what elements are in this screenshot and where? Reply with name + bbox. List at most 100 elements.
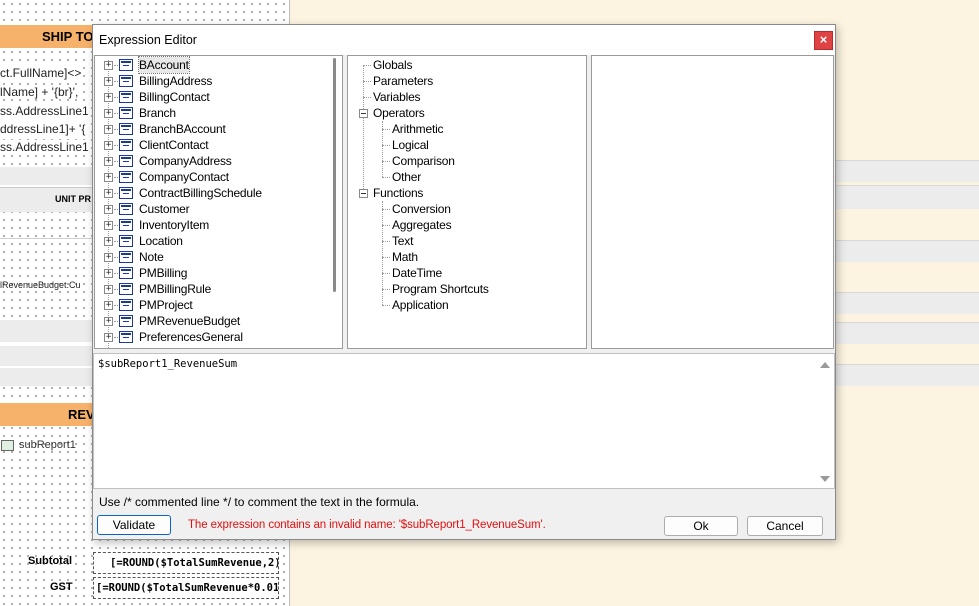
function-program-shortcuts[interactable]: Program Shortcuts bbox=[392, 281, 489, 297]
table-tree-item[interactable]: + Customer bbox=[95, 201, 325, 217]
function-aggregates[interactable]: Aggregates bbox=[392, 217, 452, 233]
table-name-label: InventoryItem bbox=[139, 218, 210, 232]
gray-band-1 bbox=[0, 167, 92, 185]
expand-plus-icon[interactable]: + bbox=[104, 93, 113, 102]
tree-connector bbox=[382, 289, 390, 290]
scroll-down-icon[interactable] bbox=[820, 476, 830, 482]
operator-comparison[interactable]: Comparison bbox=[392, 153, 455, 169]
tree-connector bbox=[382, 305, 390, 306]
expand-plus-icon[interactable]: + bbox=[104, 221, 113, 230]
table-tree-item[interactable]: + PMBilling bbox=[95, 265, 325, 281]
close-button[interactable]: × bbox=[814, 31, 833, 50]
tree-connector bbox=[382, 257, 390, 258]
subtotal-formula[interactable]: [=ROUND($TotalSumRevenue,2)] bbox=[93, 552, 279, 574]
table-tree-item[interactable]: + CompanyAddress bbox=[95, 153, 325, 169]
expand-plus-icon[interactable]: + bbox=[104, 285, 113, 294]
collapse-functions-icon[interactable] bbox=[359, 189, 368, 198]
unit-price-header: UNIT PR bbox=[55, 194, 91, 204]
expression-input[interactable]: $subReport1_RevenueSum bbox=[93, 353, 835, 489]
tree-connector bbox=[363, 81, 371, 82]
field-line-3[interactable]: ss.AddressLine1 bbox=[0, 104, 89, 118]
category-functions[interactable]: Functions bbox=[373, 185, 423, 201]
function-datetime[interactable]: DateTime bbox=[392, 265, 442, 281]
tables-scrollbar[interactable] bbox=[333, 58, 336, 292]
subreport-icon bbox=[1, 440, 14, 451]
operator-arithmetic[interactable]: Arithmetic bbox=[392, 121, 444, 137]
expand-plus-icon[interactable]: + bbox=[104, 333, 113, 342]
expand-plus-icon[interactable]: + bbox=[104, 301, 113, 310]
expand-plus-icon[interactable]: + bbox=[104, 109, 113, 118]
operator-logical[interactable]: Logical bbox=[392, 137, 429, 153]
subreport-control[interactable]: subReport1 bbox=[0, 438, 80, 454]
table-tree-item[interactable]: + ContractBillingSchedule bbox=[95, 185, 325, 201]
subreport-label: subReport1 bbox=[19, 439, 76, 451]
dialog-titlebar[interactable]: Expression Editor × bbox=[93, 25, 835, 55]
cancel-button[interactable]: Cancel bbox=[747, 516, 823, 536]
right-strip-4 bbox=[836, 292, 979, 314]
table-tree-item[interactable]: + ClientContact bbox=[95, 137, 325, 153]
table-tree-item[interactable]: + PMProject bbox=[95, 297, 325, 313]
table-icon bbox=[119, 283, 133, 295]
expand-plus-icon[interactable]: + bbox=[104, 269, 113, 278]
table-name-label: BAccount bbox=[138, 56, 190, 74]
category-parameters[interactable]: Parameters bbox=[373, 73, 433, 89]
expand-plus-icon[interactable]: + bbox=[104, 77, 113, 86]
budget-field[interactable]: lRevenueBudget.Cu bbox=[0, 280, 81, 290]
items-list-panel[interactable] bbox=[591, 55, 834, 349]
field-line-4[interactable]: ddressLine1]+ '{ bbox=[0, 122, 86, 136]
expand-plus-icon[interactable]: + bbox=[104, 141, 113, 150]
tree-connector bbox=[114, 97, 118, 98]
expand-plus-icon[interactable]: + bbox=[104, 173, 113, 182]
table-icon bbox=[119, 315, 133, 327]
expand-plus-icon[interactable]: + bbox=[104, 205, 113, 214]
category-variables[interactable]: Variables bbox=[373, 89, 421, 105]
table-tree-item[interactable]: + PMBillingRule bbox=[95, 281, 325, 297]
expand-plus-icon[interactable]: + bbox=[104, 61, 113, 70]
expand-plus-icon[interactable]: + bbox=[104, 237, 113, 246]
collapse-operators-icon[interactable] bbox=[359, 109, 368, 118]
table-icon bbox=[119, 251, 133, 263]
table-tree-item[interactable]: + BAccount bbox=[95, 56, 325, 74]
field-line-2[interactable]: lName] + '{br}', bbox=[0, 85, 79, 99]
expand-plus-icon[interactable]: + bbox=[104, 189, 113, 198]
gray-band-3 bbox=[0, 346, 92, 366]
tables-tree-panel[interactable]: + BAccount + BillingAddress + BillingContact +… bbox=[94, 55, 343, 349]
tree-connector bbox=[382, 129, 390, 130]
table-name-label: BillingContact bbox=[139, 90, 210, 104]
table-icon bbox=[119, 123, 133, 135]
table-tree-item[interactable]: + Location bbox=[95, 233, 325, 249]
expand-plus-icon[interactable]: + bbox=[104, 157, 113, 166]
table-tree-item[interactable]: + BranchBAccount bbox=[95, 121, 325, 137]
table-tree-item[interactable]: + CompanyContact bbox=[95, 169, 325, 185]
function-math[interactable]: Math bbox=[392, 249, 418, 265]
function-conversion[interactable]: Conversion bbox=[392, 201, 451, 217]
ok-button[interactable]: Ok bbox=[664, 516, 738, 536]
category-globals[interactable]: Globals bbox=[373, 57, 412, 73]
table-tree-item[interactable]: + PMRevenueBudget bbox=[95, 313, 325, 329]
table-tree-item[interactable]: + BillingContact bbox=[95, 89, 325, 105]
expand-plus-icon[interactable]: + bbox=[104, 253, 113, 262]
tree-connector bbox=[114, 257, 118, 258]
table-tree-item[interactable]: + InventoryItem bbox=[95, 217, 325, 233]
expand-plus-icon[interactable]: + bbox=[104, 125, 113, 134]
table-tree-item[interactable]: + BillingAddress bbox=[95, 73, 325, 89]
categories-tree-panel[interactable]: Globals Parameters Variables Operators A… bbox=[347, 55, 587, 349]
gst-formula[interactable]: [=ROUND($TotalSumRevenue*0.01, bbox=[93, 577, 279, 599]
field-line-5[interactable]: ss.AddressLine1 bbox=[0, 140, 89, 154]
validate-button[interactable]: Validate bbox=[97, 515, 171, 535]
field-line-1[interactable]: ct.FullName]<> bbox=[0, 66, 82, 80]
comment-hint: Use /* commented line */ to comment the … bbox=[99, 495, 420, 509]
tree-connector bbox=[382, 145, 390, 146]
category-operators[interactable]: Operators bbox=[373, 105, 425, 121]
table-tree-item[interactable]: + Branch bbox=[95, 105, 325, 121]
table-tree-item[interactable]: + PreferencesGeneral bbox=[95, 329, 325, 345]
scroll-up-icon[interactable] bbox=[820, 362, 830, 368]
table-tree-item[interactable]: + Note bbox=[95, 249, 325, 265]
function-text[interactable]: Text bbox=[392, 233, 413, 249]
table-name-label: ClientContact bbox=[139, 138, 209, 152]
expand-plus-icon[interactable]: + bbox=[104, 317, 113, 326]
function-application[interactable]: Application bbox=[392, 297, 449, 313]
operator-other[interactable]: Other bbox=[392, 169, 421, 185]
row-divider bbox=[0, 238, 92, 239]
tree-connector bbox=[114, 337, 118, 338]
